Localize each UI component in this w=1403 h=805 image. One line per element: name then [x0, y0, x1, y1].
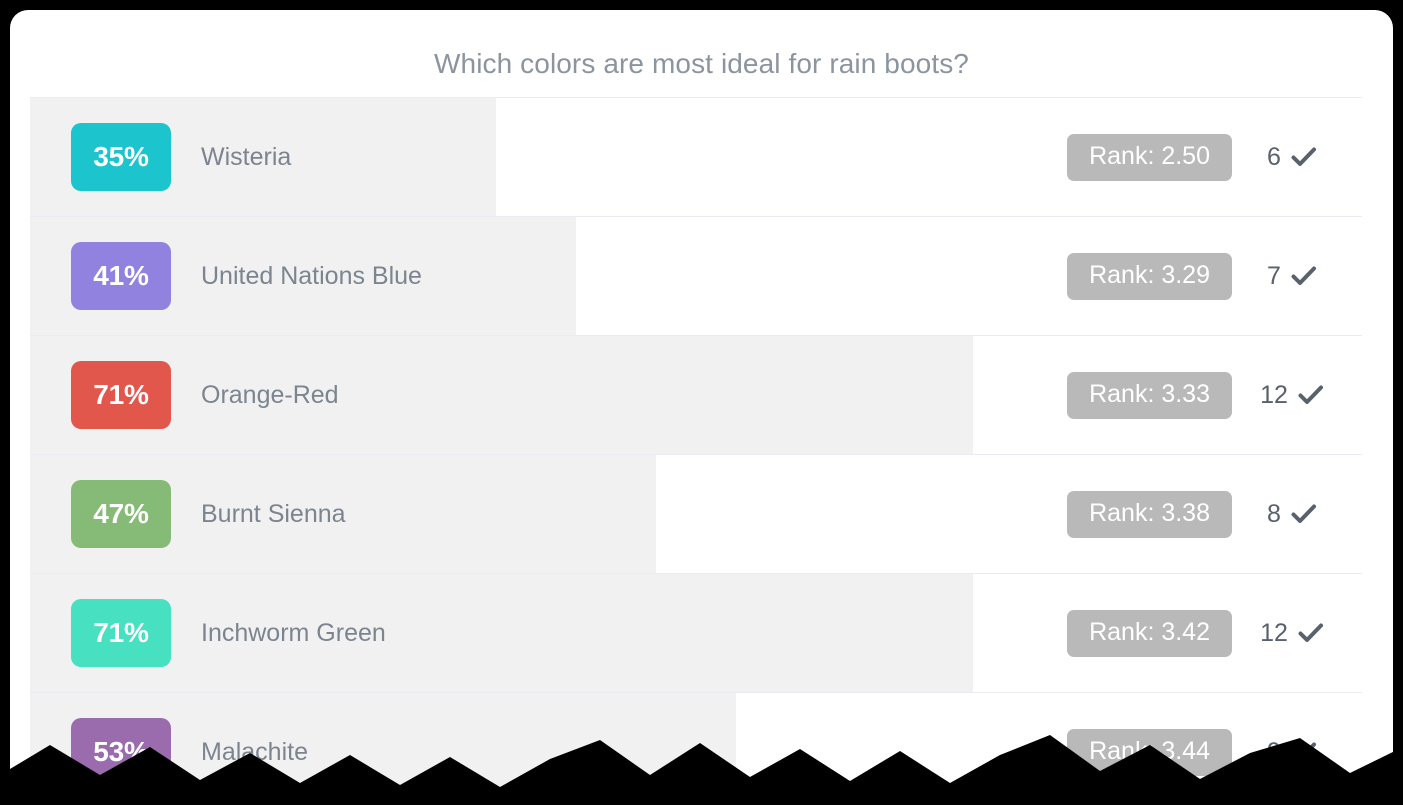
table-row[interactable]: 71% Inchworm Green Rank: 3.42 12 — [30, 574, 1362, 693]
row-content: 35% Wisteria Rank: 2.50 6 — [30, 98, 1362, 216]
table-row[interactable]: 35% Wisteria Rank: 2.50 6 — [30, 98, 1362, 217]
response-count-group: 7 — [1232, 262, 1352, 291]
page-title: Which colors are most ideal for rain boo… — [434, 48, 969, 79]
torn-edge-decoration — [0, 735, 1403, 805]
check-icon — [1291, 504, 1317, 524]
poll-results-card: Which colors are most ideal for rain boo… — [10, 10, 1393, 805]
table-row[interactable]: 41% United Nations Blue Rank: 3.29 7 — [30, 217, 1362, 336]
percent-badge: 71% — [71, 361, 171, 429]
rank-badge: Rank: 3.42 — [1067, 609, 1232, 657]
option-label: United Nations Blue — [201, 261, 422, 290]
percent-value: 47% — [93, 498, 149, 529]
response-count: 7 — [1267, 261, 1281, 290]
check-icon — [1291, 147, 1317, 167]
rank-badge: Rank: 3.38 — [1067, 490, 1232, 538]
table-row[interactable]: 71% Orange-Red Rank: 3.33 12 — [30, 336, 1362, 455]
screenshot-frame: Which colors are most ideal for rain boo… — [0, 0, 1403, 805]
response-count: 8 — [1267, 499, 1281, 528]
percent-badge: 71% — [71, 599, 171, 667]
response-count: 12 — [1260, 618, 1288, 647]
percent-badge: 41% — [71, 242, 171, 310]
response-count-group: 6 — [1232, 143, 1352, 172]
response-count-group: 12 — [1232, 381, 1352, 410]
row-content: 71% Inchworm Green Rank: 3.42 12 — [30, 574, 1362, 692]
response-count-group: 12 — [1232, 619, 1352, 648]
check-icon — [1291, 266, 1317, 286]
response-count-group: 8 — [1232, 500, 1352, 529]
percent-value: 35% — [93, 141, 149, 172]
table-row[interactable]: 47% Burnt Sienna Rank: 3.38 8 — [30, 455, 1362, 574]
rank-badge: Rank: 3.33 — [1067, 371, 1232, 419]
option-label: Orange-Red — [201, 380, 339, 409]
percent-badge: 47% — [71, 480, 171, 548]
percent-badge: 35% — [71, 123, 171, 191]
rank-badge: Rank: 2.50 — [1067, 133, 1232, 181]
poll-results-table: 35% Wisteria Rank: 2.50 6 41% United Nations … — [30, 97, 1362, 805]
response-count: 12 — [1260, 380, 1288, 409]
rank-badge: Rank: 3.29 — [1067, 252, 1232, 300]
response-count: 6 — [1267, 142, 1281, 171]
percent-value: 71% — [93, 617, 149, 648]
row-content: 71% Orange-Red Rank: 3.33 12 — [30, 336, 1362, 454]
option-label: Inchworm Green — [201, 618, 386, 647]
check-icon — [1298, 385, 1324, 405]
check-icon — [1298, 623, 1324, 643]
option-label: Burnt Sienna — [201, 499, 346, 528]
row-content: 47% Burnt Sienna Rank: 3.38 8 — [30, 455, 1362, 573]
percent-value: 41% — [93, 260, 149, 291]
row-content: 41% United Nations Blue Rank: 3.29 7 — [30, 217, 1362, 335]
percent-value: 71% — [93, 379, 149, 410]
option-label: Wisteria — [201, 142, 292, 171]
